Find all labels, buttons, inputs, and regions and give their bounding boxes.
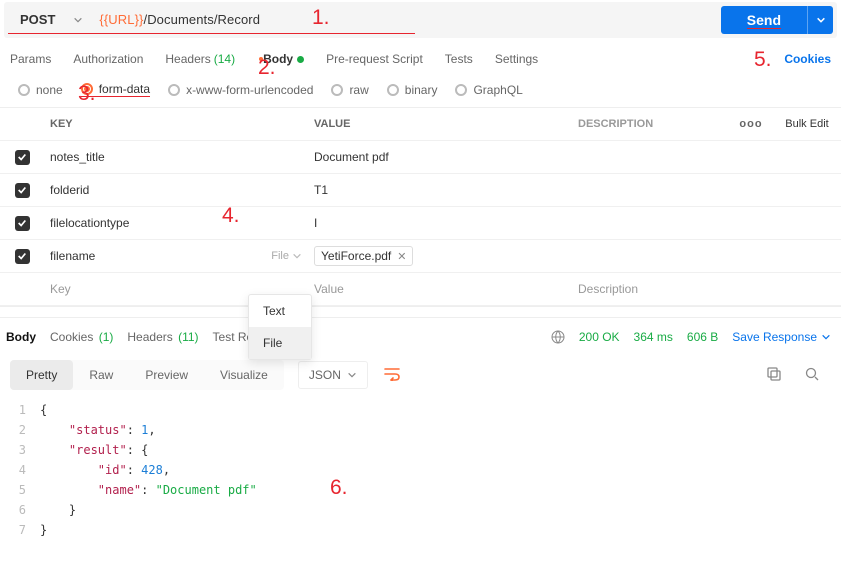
value-input[interactable]: Value	[308, 282, 572, 296]
popup-text[interactable]: Text	[249, 295, 311, 327]
view-preview[interactable]: Preview	[129, 360, 204, 390]
tab-settings[interactable]: Settings	[495, 52, 538, 66]
body-type-radios: none form-data x-www-form-urlencoded raw…	[0, 72, 841, 107]
radio-icon	[18, 84, 30, 96]
resp-tab-body[interactable]: Body	[6, 330, 36, 344]
search-icon[interactable]	[805, 367, 819, 384]
table-row: filename File YetiForce.pdf ✕	[0, 240, 841, 273]
radio-raw[interactable]: raw	[331, 83, 368, 97]
remove-file-icon[interactable]: ✕	[397, 250, 406, 263]
send-group: Send	[721, 6, 833, 34]
col-key: KEY	[44, 118, 308, 130]
tab-params[interactable]: Params	[10, 52, 51, 66]
key-cell[interactable]: notes_title	[44, 150, 308, 164]
radio-icon	[387, 84, 399, 96]
view-raw[interactable]: Raw	[73, 360, 129, 390]
tab-tests[interactable]: Tests	[445, 52, 473, 66]
radio-formdata[interactable]: form-data	[81, 82, 150, 97]
formdata-grid: KEY VALUE DESCRIPTION ooo Bulk Edit note…	[0, 107, 841, 307]
table-row-empty: Key Value Description	[0, 273, 841, 306]
radio-icon	[81, 83, 93, 95]
chevron-down-icon	[292, 251, 302, 261]
row-checkbox[interactable]	[15, 249, 30, 264]
table-row: notes_title Document pdf	[0, 141, 841, 174]
file-name: YetiForce.pdf	[321, 249, 391, 263]
status-code: 200 OK	[579, 330, 620, 344]
col-description: DESCRIPTION	[572, 118, 729, 130]
save-response[interactable]: Save Response	[732, 330, 831, 344]
send-dropdown[interactable]	[807, 6, 833, 34]
url-variable: {{URL}}	[99, 12, 143, 27]
col-value: VALUE	[308, 118, 572, 130]
view-tabs: Pretty Raw Preview Visualize JSON	[0, 354, 841, 396]
value-cell[interactable]: I	[308, 216, 572, 230]
chevron-down-icon	[347, 370, 357, 380]
body-active-icon	[297, 56, 304, 63]
send-button[interactable]: Send	[721, 6, 807, 34]
chevron-down-icon	[821, 332, 831, 342]
table-row: filelocationtype I	[0, 207, 841, 240]
key-type-select[interactable]: File	[271, 250, 302, 262]
key-cell[interactable]: folderid	[44, 183, 308, 197]
view-visualize[interactable]: Visualize	[204, 360, 284, 390]
row-checkbox[interactable]	[15, 150, 30, 165]
radio-none[interactable]: none	[18, 83, 63, 97]
radio-icon	[168, 84, 180, 96]
radio-binary[interactable]: binary	[387, 83, 438, 97]
cookies-link[interactable]: Cookies	[784, 52, 831, 66]
key-cell[interactable]: filelocationtype	[44, 216, 308, 230]
url-path: /Documents/Record	[143, 12, 260, 27]
value-cell[interactable]: YetiForce.pdf ✕	[308, 246, 572, 266]
copy-icon[interactable]	[767, 367, 781, 384]
table-row: folderid T1	[0, 174, 841, 207]
wrap-lines-icon[interactable]	[378, 361, 406, 390]
value-cell[interactable]: Document pdf	[308, 150, 572, 164]
response-tabs: Body Cookies (1) Headers (11) Test Resul…	[0, 317, 841, 354]
tab-headers[interactable]: Headers (14)	[165, 52, 235, 66]
more-options[interactable]: ooo	[729, 118, 773, 130]
key-cell[interactable]: filename File	[44, 249, 308, 263]
url-input[interactable]: {{URL}}/Documents/Record	[89, 6, 415, 34]
response-size: 606 B	[687, 330, 718, 344]
radio-icon	[331, 84, 343, 96]
resp-tab-cookies[interactable]: Cookies (1)	[50, 330, 113, 344]
grid-header: KEY VALUE DESCRIPTION ooo Bulk Edit	[0, 108, 841, 141]
value-cell[interactable]: T1	[308, 183, 572, 197]
bulk-edit[interactable]: Bulk Edit	[773, 118, 841, 130]
row-checkbox[interactable]	[15, 183, 30, 198]
lang-select[interactable]: JSON	[298, 361, 368, 389]
chevron-down-icon	[73, 15, 83, 25]
globe-icon[interactable]	[551, 330, 565, 344]
chevron-down-icon	[816, 15, 826, 25]
response-time: 364 ms	[634, 330, 673, 344]
file-chip: YetiForce.pdf ✕	[314, 246, 413, 266]
row-checkbox[interactable]	[15, 216, 30, 231]
desc-input[interactable]: Description	[572, 282, 729, 296]
view-pretty[interactable]: Pretty	[10, 360, 73, 390]
tab-body[interactable]: Body	[257, 52, 304, 66]
radio-urlencoded[interactable]: x-www-form-urlencoded	[168, 83, 313, 97]
tab-authorization[interactable]: Authorization	[73, 52, 143, 66]
type-popup: Text File	[248, 294, 312, 360]
radio-icon	[455, 84, 467, 96]
request-bar: POST {{URL}}/Documents/Record Send	[4, 2, 837, 38]
request-tabs: Params Authorization Headers (14) Body P…	[0, 38, 841, 72]
method-select[interactable]: POST	[8, 6, 89, 34]
tab-prerequest[interactable]: Pre-request Script	[326, 52, 423, 66]
radio-graphql[interactable]: GraphQL	[455, 83, 522, 97]
resp-tab-headers[interactable]: Headers (11)	[127, 330, 198, 344]
popup-file[interactable]: File	[249, 327, 311, 359]
method-label: POST	[20, 12, 55, 27]
response-body[interactable]: 1{ 2 "status": 1, 3 "result": { 4 "id": …	[0, 396, 841, 548]
